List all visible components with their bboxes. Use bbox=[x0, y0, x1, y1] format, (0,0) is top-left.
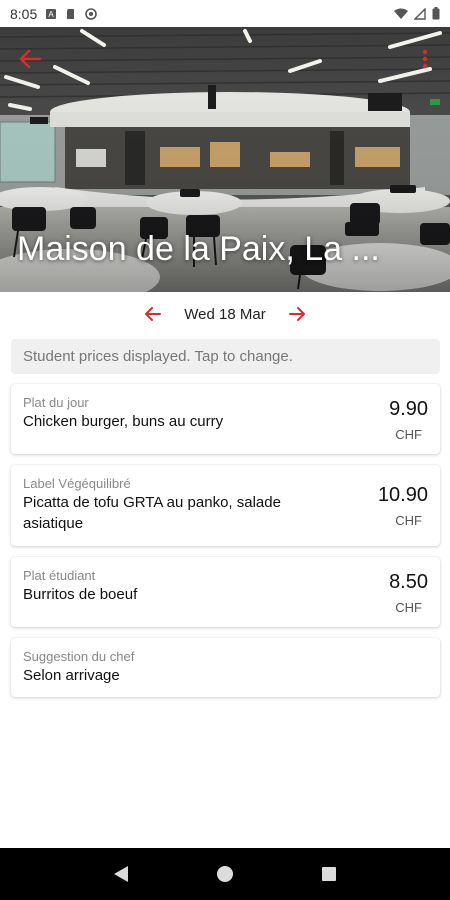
recents-square-icon[interactable] bbox=[321, 866, 337, 882]
signal-icon bbox=[414, 7, 426, 20]
back-button[interactable] bbox=[14, 43, 46, 75]
back-arrow-icon bbox=[19, 49, 41, 69]
chevron-right-icon bbox=[288, 307, 305, 321]
current-date: Wed 18 Mar bbox=[184, 305, 266, 323]
next-day-button[interactable] bbox=[284, 301, 310, 327]
menu-item-price: 8.50 bbox=[389, 571, 428, 593]
more-vert-icon bbox=[422, 49, 428, 69]
previous-day-button[interactable] bbox=[140, 301, 166, 327]
menu-item-name: Burritos de boeuf bbox=[23, 586, 138, 603]
menu-item-price: 10.90 bbox=[377, 484, 428, 506]
system-navigation-bar bbox=[0, 848, 450, 900]
menu-item-category: Label Végéquilibré bbox=[23, 476, 131, 491]
svg-text:A: A bbox=[49, 10, 55, 19]
menu-item-currency: CHF bbox=[395, 513, 422, 528]
home-circle-icon[interactable] bbox=[216, 865, 234, 883]
status-time: 8:05 bbox=[10, 5, 38, 22]
menu-item-category: Suggestion du chef bbox=[23, 649, 135, 664]
menu-item-card[interactable]: Label Végéquilibré Picatta de tofu GRTA … bbox=[11, 465, 440, 546]
restaurant-title: Maison de la Paix, La ... bbox=[17, 230, 380, 268]
menu-item-card[interactable]: Plat étudiant Burritos de boeuf 8.50 CHF bbox=[11, 557, 440, 627]
price-mode-notice[interactable]: Student prices displayed. Tap to change. bbox=[11, 339, 440, 374]
wifi-icon bbox=[394, 8, 408, 19]
sd-card-icon bbox=[67, 8, 75, 19]
battery-icon bbox=[432, 7, 440, 20]
menu-item-price: 9.90 bbox=[389, 398, 428, 420]
back-triangle-icon[interactable] bbox=[113, 865, 129, 883]
notification-a-icon: A bbox=[46, 8, 57, 19]
menu-item-currency: CHF bbox=[395, 600, 422, 615]
status-bar: 8:05 A bbox=[0, 0, 450, 27]
menu-item-name: Picatta de tofu GRTA au panko, salade as… bbox=[23, 494, 281, 532]
more-options-button[interactable] bbox=[410, 43, 440, 75]
sync-icon bbox=[85, 7, 98, 20]
chevron-left-icon bbox=[145, 307, 162, 321]
menu-item-category: Plat étudiant bbox=[23, 568, 96, 583]
menu-item-name: Chicken burger, buns au curry bbox=[23, 413, 224, 430]
menu-item-name: Selon arrivage bbox=[23, 667, 120, 684]
menu-item-card[interactable]: Plat du jour Chicken burger, buns au cur… bbox=[11, 384, 440, 454]
date-navigation: Wed 18 Mar bbox=[0, 298, 450, 330]
menu-item-category: Plat du jour bbox=[23, 395, 89, 410]
hero-image: Maison de la Paix, La ... bbox=[0, 27, 450, 292]
menu-item-currency: CHF bbox=[395, 427, 422, 442]
menu-item-card[interactable]: Suggestion du chef Selon arrivage bbox=[11, 638, 440, 697]
